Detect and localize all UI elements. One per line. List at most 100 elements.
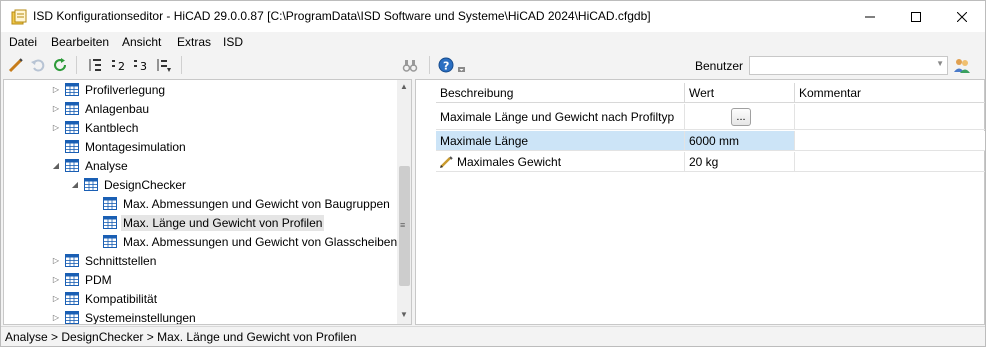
tree-scrollbar[interactable]: ▲ ≡ ▼: [397, 80, 411, 324]
grid-row-selected[interactable]: Maximale Länge 6000 mm: [436, 131, 985, 151]
tree-item[interactable]: ▷ Kompatibilität: [50, 289, 159, 308]
app-window: ISD Konfigurationseditor - HiCAD 29.0.0.…: [0, 0, 986, 347]
close-button[interactable]: [939, 1, 985, 32]
cell-kommentar[interactable]: [795, 131, 985, 150]
expand-arrow-icon[interactable]: ▷: [50, 275, 62, 284]
collapse-arrow-icon[interactable]: ◢: [50, 161, 62, 170]
refresh-icon[interactable]: [52, 57, 68, 73]
toolbar-separator: [181, 56, 182, 74]
scroll-up-icon[interactable]: ▲: [400, 82, 408, 91]
level-all-icon[interactable]: [87, 57, 103, 73]
cell-kommentar[interactable]: [795, 104, 985, 129]
toolbar-separator: [76, 56, 77, 74]
table-node-icon: [103, 197, 117, 210]
svg-text:?: ?: [443, 60, 449, 73]
table-node-icon: [84, 178, 98, 191]
tree-item[interactable]: Max. Länge und Gewicht von Profilen: [88, 213, 325, 232]
tree-item-label: Analyse: [85, 158, 128, 173]
pencil-icon: [440, 156, 453, 168]
cell-beschreibung: Maximale Länge: [436, 131, 685, 150]
svg-text:3: 3: [140, 60, 147, 73]
binoculars-icon[interactable]: [402, 57, 418, 73]
cell-wert: ...: [685, 104, 795, 129]
cell-wert[interactable]: 20 kg: [685, 152, 795, 171]
tree-panel[interactable]: ▷ Profilverlegung ▷ Anlagenbau ▷ Kantblech Mon…: [3, 79, 412, 325]
toolbar-dropdown-icon[interactable]: [457, 57, 467, 73]
app-icon: [11, 9, 27, 25]
column-header-wert[interactable]: Wert: [685, 83, 795, 103]
maximize-button[interactable]: [893, 1, 939, 32]
scroll-down-icon[interactable]: ▼: [400, 310, 408, 319]
tree-item[interactable]: Max. Abmessungen und Gewicht von Baugrup…: [88, 194, 392, 213]
expand-arrow-icon[interactable]: ▷: [50, 85, 62, 94]
tree-item[interactable]: ▷ Anlagenbau: [50, 99, 151, 118]
menu-bar: Datei Bearbeiten Ansicht Extras ISD: [1, 32, 985, 52]
tree-item[interactable]: Max. Abmessungen und Gewicht von Glassch…: [88, 232, 399, 251]
tree-item-label: Schnittstellen: [85, 253, 157, 268]
tree-item-label: Kompatibilität: [85, 291, 158, 306]
tree-item-label: Kantblech: [85, 120, 139, 135]
undo-icon[interactable]: [30, 57, 46, 73]
table-node-icon: [65, 273, 79, 286]
table-node-icon: [65, 159, 79, 172]
tree-item[interactable]: ▷ PDM: [50, 270, 114, 289]
benutzer-combobox[interactable]: ▼: [749, 56, 948, 75]
tree-item-label: Profilverlegung: [85, 82, 166, 97]
menu-isd[interactable]: ISD: [223, 35, 243, 49]
tree-item-label: Max. Länge und Gewicht von Profilen: [121, 214, 325, 231]
tree-item-label: Anlagenbau: [85, 101, 150, 116]
grid-row[interactable]: Maximales Gewicht 20 kg: [436, 152, 985, 172]
edit-pencil-icon[interactable]: [8, 57, 24, 73]
table-node-icon: [65, 121, 79, 134]
minimize-button[interactable]: [847, 1, 893, 32]
level-3-icon[interactable]: 3: [132, 57, 148, 73]
cell-beschreibung-text: Maximales Gewicht: [457, 154, 562, 169]
grid-row[interactable]: Maximale Länge und Gewicht nach Profilty…: [436, 104, 985, 130]
tree-item[interactable]: ▷ Kantblech: [50, 118, 140, 137]
level-2-icon[interactable]: 2: [110, 57, 126, 73]
table-node-icon: [65, 140, 79, 153]
expand-arrow-icon[interactable]: ▷: [50, 256, 62, 265]
cell-kommentar[interactable]: [795, 152, 985, 171]
menu-datei[interactable]: Datei: [9, 35, 37, 49]
menu-ansicht[interactable]: Ansicht: [122, 35, 161, 49]
tree-item[interactable]: ◢ DesignChecker: [69, 175, 188, 194]
cell-wert[interactable]: 6000 mm: [685, 131, 795, 150]
chevron-down-icon: ▼: [936, 59, 944, 68]
tree-item[interactable]: ▷ Systemeinstellungen: [50, 308, 198, 325]
tree-item-label: Max. Abmessungen und Gewicht von Baugrup…: [123, 196, 390, 211]
table-node-icon: [103, 216, 117, 229]
expand-arrow-icon[interactable]: ▷: [50, 294, 62, 303]
status-bar: Analyse > DesignChecker > Max. Länge und…: [1, 326, 985, 346]
menu-extras[interactable]: Extras: [177, 35, 211, 49]
tree-item-label: Montagesimulation: [85, 139, 186, 154]
tree-item[interactable]: ▷ Profilverlegung: [50, 80, 167, 99]
window-title: ISD Konfigurationseditor - HiCAD 29.0.0.…: [33, 9, 651, 23]
tree-item[interactable]: ◢ Analyse: [50, 156, 130, 175]
expand-arrow-icon[interactable]: ▷: [50, 123, 62, 132]
toolbar-separator: [429, 56, 430, 74]
tree-item-label: Max. Abmessungen und Gewicht von Glassch…: [123, 234, 398, 249]
tree-item-label: DesignChecker: [104, 177, 187, 192]
table-node-icon: [65, 254, 79, 267]
collapse-arrow-icon[interactable]: ◢: [69, 180, 81, 189]
tree-item-label: Systemeinstellungen: [85, 310, 196, 325]
expand-arrow-icon[interactable]: ▷: [50, 313, 62, 322]
help-icon[interactable]: ?: [438, 57, 454, 73]
level-expand-icon[interactable]: [155, 57, 171, 73]
column-header-kommentar[interactable]: Kommentar: [795, 83, 985, 103]
property-grid: Beschreibung Wert Kommentar Maximale Län…: [415, 79, 985, 325]
title-bar[interactable]: ISD Konfigurationseditor - HiCAD 29.0.0.…: [1, 1, 985, 32]
minimize-icon: [865, 16, 875, 17]
close-icon: [957, 11, 967, 22]
expand-arrow-icon[interactable]: ▷: [50, 104, 62, 113]
users-icon[interactable]: [953, 57, 971, 73]
menu-bearbeiten[interactable]: Bearbeiten: [51, 35, 109, 49]
tree-item[interactable]: Montagesimulation: [50, 137, 188, 156]
toolbar: 2 3 ? Benutzer ▼: [1, 52, 985, 79]
tree-item[interactable]: ▷ Schnittstellen: [50, 251, 158, 270]
column-header-beschreibung[interactable]: Beschreibung: [436, 83, 685, 103]
maximize-icon: [911, 11, 921, 22]
ellipsis-button[interactable]: ...: [731, 107, 751, 126]
scrollbar-grip-icon: ≡: [400, 220, 406, 230]
